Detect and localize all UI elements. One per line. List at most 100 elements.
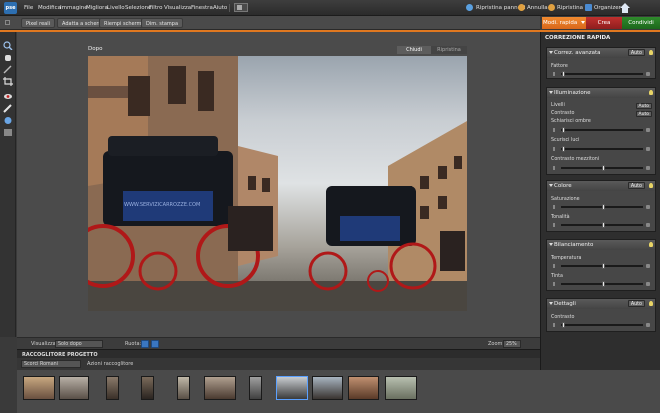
apply-icon[interactable] bbox=[646, 205, 650, 209]
organizer-icon[interactable] bbox=[585, 4, 592, 11]
slider-reset-icon[interactable] bbox=[553, 282, 555, 286]
slider-reset-icon[interactable] bbox=[553, 166, 555, 170]
zoom-field[interactable]: 25% bbox=[503, 340, 521, 348]
bin-actions-menu[interactable]: Azioni raccoglitore bbox=[87, 361, 133, 367]
slider-knob[interactable] bbox=[562, 127, 565, 133]
section-color-header[interactable]: Colore Auto bbox=[547, 181, 655, 191]
menu-visualizza[interactable]: Visualizza bbox=[164, 0, 191, 16]
details-auto-button[interactable]: Auto bbox=[627, 300, 645, 307]
thumbnail-5[interactable] bbox=[177, 376, 190, 400]
apply-icon[interactable] bbox=[646, 128, 650, 132]
tint-slider[interactable] bbox=[561, 281, 643, 287]
slider-knob[interactable] bbox=[602, 281, 605, 287]
midtones-slider[interactable] bbox=[561, 165, 643, 171]
menu-immagine[interactable]: Immagine bbox=[60, 0, 88, 16]
organizer-button[interactable]: Organizer bbox=[594, 0, 621, 16]
temperature-slider[interactable] bbox=[561, 263, 643, 269]
menu-aiuto[interactable]: Aiuto bbox=[213, 0, 227, 16]
lightbulb-icon[interactable] bbox=[649, 242, 653, 247]
thumbnail-2[interactable] bbox=[59, 376, 89, 400]
slider-reset-icon[interactable] bbox=[553, 264, 555, 268]
menu-filtro[interactable]: Filtro bbox=[149, 0, 162, 16]
lightbulb-icon[interactable] bbox=[649, 90, 653, 95]
section-smart-fix-header[interactable]: Correz. avanzata Auto bbox=[547, 48, 655, 58]
rotate-left-icon[interactable] bbox=[141, 340, 149, 348]
apply-icon[interactable] bbox=[646, 264, 650, 268]
zoom-tool-icon[interactable] bbox=[3, 41, 13, 50]
quick-selection-tool-icon[interactable] bbox=[3, 65, 13, 74]
thumbnail-7[interactable] bbox=[249, 376, 262, 400]
slider-knob[interactable] bbox=[602, 165, 605, 171]
hand-tool-icon[interactable] bbox=[3, 53, 13, 62]
slider-knob[interactable] bbox=[562, 146, 565, 152]
bin-source-select[interactable]: Scorci Romani bbox=[21, 360, 81, 368]
blue-sky-tool-icon[interactable] bbox=[3, 128, 13, 137]
menu-modifica[interactable]: Modifica bbox=[38, 0, 61, 16]
menu-migliora[interactable]: Migliora bbox=[86, 0, 108, 16]
slider-knob[interactable] bbox=[562, 322, 565, 328]
slider-reset-icon[interactable] bbox=[553, 147, 555, 151]
lightbulb-icon[interactable] bbox=[649, 50, 653, 55]
slider-knob[interactable] bbox=[562, 71, 565, 77]
slider-reset-icon[interactable] bbox=[553, 323, 555, 327]
apply-icon[interactable] bbox=[646, 282, 650, 286]
thumbnail-10[interactable] bbox=[348, 376, 379, 400]
menu-selezione[interactable]: Selezione bbox=[125, 0, 151, 16]
menu-livello[interactable]: Livello bbox=[107, 0, 125, 16]
menu-file[interactable]: File bbox=[24, 0, 33, 16]
slider-knob[interactable] bbox=[602, 222, 605, 228]
red-eye-tool-icon[interactable] bbox=[3, 92, 13, 101]
slider-reset-icon[interactable] bbox=[553, 72, 555, 76]
apply-icon[interactable] bbox=[646, 166, 650, 170]
sharpen-slider[interactable] bbox=[561, 322, 643, 328]
slider-reset-icon[interactable] bbox=[553, 223, 555, 227]
lightbulb-icon[interactable] bbox=[649, 183, 653, 188]
section-lighting-header[interactable]: Illuminazione bbox=[547, 88, 655, 98]
tab-create[interactable]: Crea bbox=[586, 17, 622, 29]
undo-icon[interactable] bbox=[518, 4, 525, 11]
reset-panels-icon[interactable] bbox=[466, 4, 473, 11]
hue-slider[interactable] bbox=[561, 222, 643, 228]
menu-finestra[interactable]: Finestra bbox=[191, 0, 213, 16]
saturation-slider[interactable] bbox=[561, 204, 643, 210]
thumbnail-4[interactable] bbox=[141, 376, 154, 400]
color-auto-button[interactable]: Auto bbox=[627, 182, 645, 189]
close-view-button[interactable]: Chiudi bbox=[397, 46, 431, 54]
smart-fix-slider[interactable] bbox=[561, 71, 643, 77]
whiten-teeth-tool-icon[interactable] bbox=[3, 104, 13, 113]
undo-button[interactable]: Annulla bbox=[527, 0, 548, 16]
thumbnail-3[interactable] bbox=[106, 376, 119, 400]
thumbnail-11[interactable] bbox=[385, 376, 417, 400]
redo-button[interactable]: Ripristina bbox=[557, 0, 583, 16]
thumbnail-9[interactable] bbox=[312, 376, 343, 400]
slider-reset-icon[interactable] bbox=[553, 205, 555, 209]
apply-icon[interactable] bbox=[646, 147, 650, 151]
thumbnail-1[interactable] bbox=[23, 376, 55, 400]
actual-pixels-button[interactable]: Pixel reali bbox=[21, 18, 56, 28]
slider-reset-icon[interactable] bbox=[553, 128, 555, 132]
thumbnail-8-selected[interactable] bbox=[276, 376, 308, 400]
home-icon[interactable] bbox=[619, 2, 631, 14]
tab-quick-edit[interactable]: Modi. rapida bbox=[542, 17, 586, 29]
section-details-header[interactable]: Dettagli Auto bbox=[547, 299, 655, 309]
apply-icon[interactable] bbox=[646, 323, 650, 327]
contrast-auto-button[interactable]: Auto bbox=[635, 111, 652, 117]
lightbulb-icon[interactable] bbox=[649, 301, 653, 306]
crop-tool-icon[interactable] bbox=[3, 77, 13, 86]
print-size-button[interactable]: Dim. stampa bbox=[141, 18, 184, 28]
levels-auto-button[interactable]: Auto bbox=[635, 103, 652, 109]
slider-knob[interactable] bbox=[602, 263, 605, 269]
rotate-right-icon[interactable] bbox=[151, 340, 159, 348]
apply-icon[interactable] bbox=[646, 72, 650, 76]
spot-healing-tool-icon[interactable] bbox=[3, 116, 13, 125]
view-select[interactable]: Solo dopo bbox=[55, 340, 103, 348]
redo-icon[interactable] bbox=[548, 4, 555, 11]
tab-share[interactable]: Condividi bbox=[622, 17, 660, 29]
reset-view-button[interactable]: Ripristina bbox=[431, 46, 467, 54]
shadows-slider[interactable] bbox=[561, 127, 643, 133]
smart-fix-auto-button[interactable]: Auto bbox=[627, 49, 645, 56]
arrange-dropdown-icon[interactable] bbox=[234, 3, 248, 12]
highlights-slider[interactable] bbox=[561, 146, 643, 152]
slider-knob[interactable] bbox=[602, 204, 605, 210]
thumbnail-6[interactable] bbox=[204, 376, 236, 400]
